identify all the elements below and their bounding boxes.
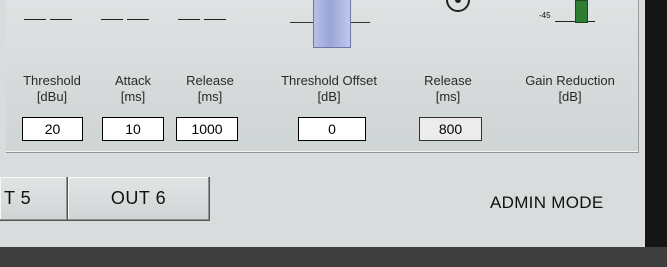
tab-out-6[interactable]: OUT 6 (68, 177, 210, 221)
attack-label: Attack [ms] (114, 73, 152, 104)
release-input[interactable]: 1000 (176, 117, 238, 141)
threshold-input[interactable]: 20 (22, 117, 83, 141)
app-window: -45 Threshold [dBu] Attack [ms] Release … (0, 0, 645, 247)
threshold-offset-input[interactable]: 0 (298, 117, 366, 141)
gain-scale-label: -45 (539, 11, 551, 20)
gain-reduction-label: Gain Reduction [dB] (525, 73, 615, 104)
compressor-panel: -45 Threshold [dBu] Attack [ms] Release … (6, 0, 639, 153)
attack-slider-marks[interactable] (101, 9, 151, 23)
threshold-offset-label: Threshold Offset [dB] (281, 73, 377, 104)
gain-reduction-meter (575, 0, 588, 23)
threshold-offset-fader[interactable] (313, 0, 351, 48)
threshold-slider-marks[interactable] (24, 9, 74, 23)
release-slider-marks[interactable] (178, 9, 228, 23)
release-label-2: Release [ms] (424, 73, 472, 104)
release-knob[interactable] (446, 0, 470, 12)
window-edge-bottom (0, 247, 667, 267)
release-label: Release [ms] (186, 73, 234, 104)
window-edge-right (645, 0, 667, 247)
tab-out-5[interactable]: T 5 (0, 177, 68, 221)
admin-mode-indicator: ADMIN MODE (490, 193, 604, 212)
attack-input[interactable]: 10 (102, 117, 164, 141)
release-readout: 800 (419, 117, 482, 141)
threshold-label: Threshold [dBu] (23, 73, 81, 104)
